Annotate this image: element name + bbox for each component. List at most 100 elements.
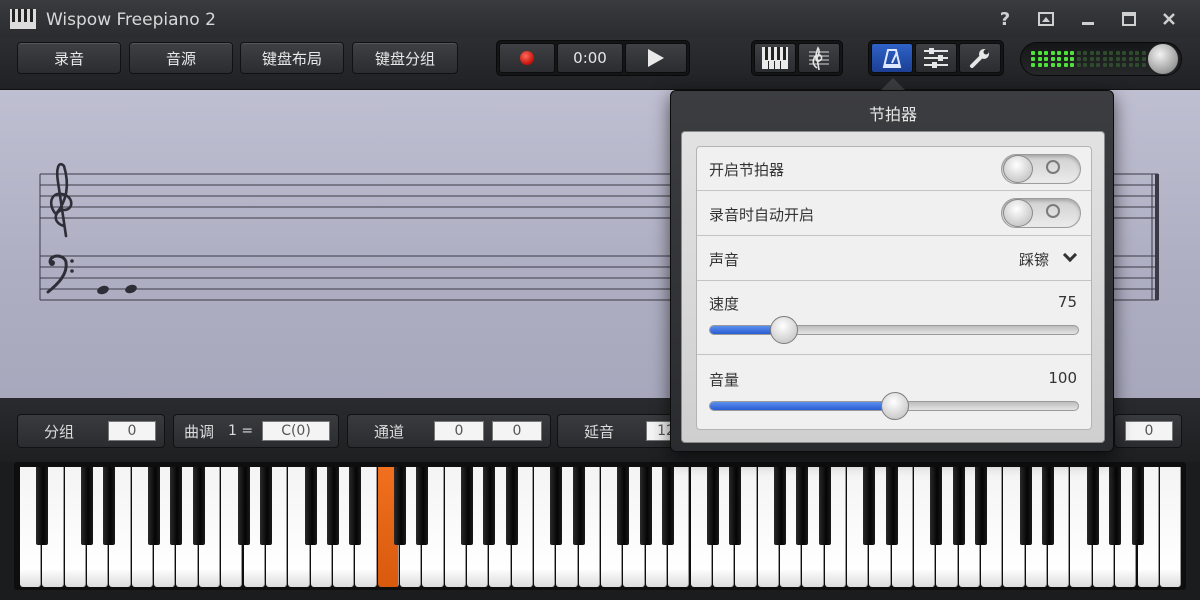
tools-button[interactable] (959, 43, 1001, 73)
sound-row[interactable]: 声音 踩镲 (697, 236, 1091, 281)
black-key[interactable] (1019, 467, 1032, 545)
black-key[interactable] (662, 467, 675, 545)
black-key[interactable] (729, 467, 742, 545)
volume-led (1128, 57, 1133, 61)
black-key[interactable] (617, 467, 630, 545)
minimize-button[interactable] (1074, 6, 1102, 32)
toggle-off-indicator (1046, 160, 1060, 174)
metronome-button[interactable] (871, 43, 913, 73)
volume-led (1083, 51, 1087, 55)
volume-led (1063, 63, 1068, 67)
metronome-icon (882, 49, 902, 68)
keyboard-view-button[interactable] (754, 43, 796, 73)
split-group-value[interactable]: 0 (108, 421, 156, 441)
black-key[interactable] (36, 467, 49, 545)
volume-led (1057, 51, 1061, 55)
volume-led (1096, 63, 1100, 67)
speed-slider[interactable] (709, 316, 1079, 344)
toggle-off-indicator (1046, 204, 1060, 218)
treble-clef-icon (49, 162, 73, 238)
black-key[interactable] (1109, 467, 1122, 545)
channel-value-2[interactable]: 0 (492, 421, 542, 441)
black-key[interactable] (81, 467, 94, 545)
volume-led (1109, 51, 1113, 55)
help-button[interactable]: ? (991, 6, 1019, 32)
black-key[interactable] (170, 467, 183, 545)
master-volume-knob[interactable] (1147, 43, 1179, 75)
volume-slider-thumb[interactable] (881, 392, 909, 420)
volume-led (1089, 57, 1094, 61)
volume-led (1135, 57, 1139, 61)
black-key[interactable] (1042, 467, 1055, 545)
black-key[interactable] (349, 467, 362, 545)
black-key[interactable] (639, 467, 652, 545)
volume-led (1057, 63, 1061, 67)
black-key[interactable] (103, 467, 116, 545)
black-key[interactable] (952, 467, 965, 545)
black-key[interactable] (1086, 467, 1099, 545)
black-key[interactable] (975, 467, 988, 545)
score-view-icon (809, 46, 829, 70)
speed-slider-thumb[interactable] (770, 316, 798, 344)
score-view-button[interactable] (798, 43, 840, 73)
black-key[interactable] (393, 467, 406, 545)
volume-led (1031, 51, 1035, 55)
settings-sliders-button[interactable] (915, 43, 957, 73)
volume-led (1115, 51, 1120, 55)
speed-label: 速度 (709, 295, 740, 313)
record-button[interactable] (499, 43, 555, 73)
piano-logo-icon (10, 9, 36, 29)
black-key[interactable] (885, 467, 898, 545)
play-icon (648, 49, 664, 67)
extra-value[interactable]: 0 (1125, 421, 1173, 441)
title-bar: Wispow Freepiano 2 ? (0, 0, 1200, 38)
volume-led (1050, 57, 1055, 61)
black-key[interactable] (304, 467, 317, 545)
record-menu-button[interactable]: 录音 (17, 42, 121, 74)
black-key[interactable] (483, 467, 496, 545)
record-icon (520, 51, 534, 65)
volume-slider[interactable] (709, 392, 1079, 420)
sound-label: 声音 (709, 251, 740, 269)
black-key[interactable] (148, 467, 161, 545)
keyboard-split-button[interactable]: 键盘分组 (352, 42, 458, 74)
black-key[interactable] (505, 467, 518, 545)
channel-value-1[interactable]: 0 (434, 421, 484, 441)
black-key[interactable] (572, 467, 585, 545)
black-key[interactable] (796, 467, 809, 545)
enable-metronome-toggle[interactable] (1001, 154, 1081, 184)
volume-led (1070, 51, 1074, 55)
sound-source-button[interactable]: 音源 (129, 42, 233, 74)
black-key[interactable] (1131, 467, 1144, 545)
volume-led (1037, 63, 1042, 67)
auto-enable-toggle[interactable] (1001, 198, 1081, 228)
key-value[interactable]: C(0) (262, 421, 330, 441)
black-key[interactable] (706, 467, 719, 545)
black-key[interactable] (192, 467, 205, 545)
black-key[interactable] (863, 467, 876, 545)
volume-row: 音量 100 (697, 355, 1091, 429)
volume-led (1115, 57, 1120, 61)
play-button[interactable] (625, 43, 687, 73)
close-button[interactable] (1155, 6, 1183, 32)
black-key[interactable] (818, 467, 831, 545)
volume-led (1102, 57, 1107, 61)
black-key[interactable] (237, 467, 250, 545)
black-key[interactable] (326, 467, 339, 545)
black-key[interactable] (259, 467, 272, 545)
key-control: 曲调 1 = C(0) (173, 414, 339, 448)
keyboard-layout-button[interactable]: 键盘布局 (240, 42, 344, 74)
black-key[interactable] (416, 467, 429, 545)
volume-led (1063, 57, 1068, 61)
black-key[interactable] (461, 467, 473, 545)
black-key[interactable] (773, 467, 786, 545)
volume-led (1122, 63, 1126, 67)
volume-value: 100 (1048, 369, 1077, 387)
volume-led (1109, 63, 1113, 67)
maximize-button[interactable] (1115, 6, 1143, 32)
black-key[interactable] (550, 467, 563, 545)
help-icon: ? (999, 8, 1011, 30)
white-key[interactable] (1159, 467, 1182, 587)
mini-mode-button[interactable] (1032, 6, 1060, 32)
black-key[interactable] (930, 467, 943, 545)
